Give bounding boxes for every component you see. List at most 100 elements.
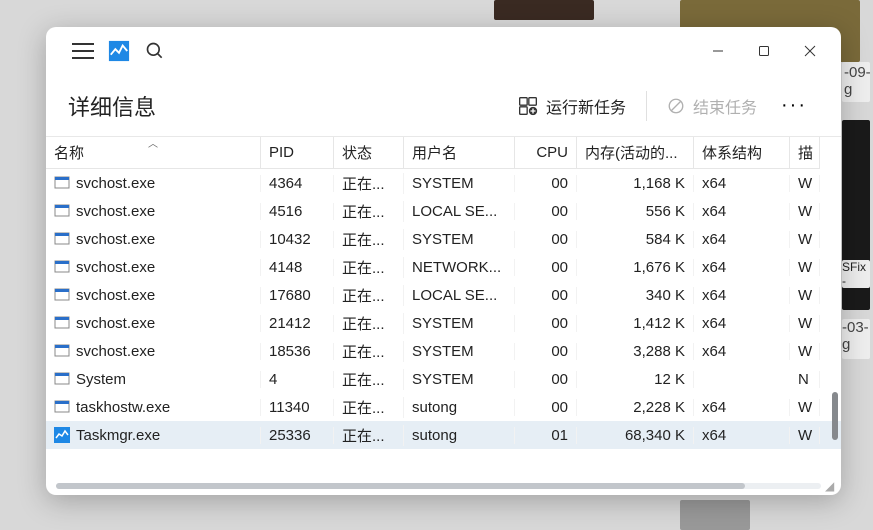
col-status[interactable]: 状态 xyxy=(334,137,404,169)
close-icon xyxy=(804,45,816,57)
cell-cpu: 00 xyxy=(515,315,577,332)
more-button[interactable]: ··· xyxy=(769,94,819,117)
table-row[interactable]: System4正在...SYSTEM0012 KN xyxy=(46,365,841,393)
cell-arch: x64 xyxy=(694,343,790,360)
table-row[interactable]: svchost.exe21412正在...SYSTEM001,412 Kx64W xyxy=(46,309,841,337)
cell-desc: W xyxy=(790,399,820,416)
cell-arch: x64 xyxy=(694,175,790,192)
cell-desc: W xyxy=(790,231,820,248)
task-manager-window: 详细信息 运行新任务 结束任务 ··· ︿ 名称 xyxy=(46,27,841,495)
table-row[interactable]: svchost.exe18536正在...SYSTEM003,288 Kx64W xyxy=(46,337,841,365)
process-icon xyxy=(54,399,70,415)
cell-memory: 1,676 K xyxy=(577,259,694,276)
cell-status: 正在... xyxy=(334,257,404,278)
process-icon xyxy=(54,427,70,443)
cell-cpu: 00 xyxy=(515,343,577,360)
cell-memory: 12 K xyxy=(577,371,694,388)
cell-user: LOCAL SE... xyxy=(404,203,515,220)
cell-memory: 556 K xyxy=(577,203,694,220)
col-desc[interactable]: 描 xyxy=(790,137,820,169)
cell-pid: 18536 xyxy=(261,343,334,360)
cell-arch: x64 xyxy=(694,231,790,248)
vertical-scrollbar[interactable] xyxy=(832,167,838,495)
cell-name: Taskmgr.exe xyxy=(46,427,261,444)
cell-status: 正在... xyxy=(334,173,404,194)
cell-pid: 21412 xyxy=(261,315,334,332)
cell-cpu: 00 xyxy=(515,259,577,276)
col-arch[interactable]: 体系结构 xyxy=(694,137,790,169)
cell-cpu: 00 xyxy=(515,287,577,304)
search-button[interactable] xyxy=(144,40,166,62)
maximize-button[interactable] xyxy=(741,31,787,71)
cell-name: svchost.exe xyxy=(46,287,261,304)
process-icon xyxy=(54,175,70,191)
cell-user: SYSTEM xyxy=(404,231,515,248)
process-icon xyxy=(54,259,70,275)
cell-user: SYSTEM xyxy=(404,371,515,388)
cell-status: 正在... xyxy=(334,285,404,306)
end-task-button[interactable]: 结束任务 xyxy=(655,88,769,124)
cell-desc: W xyxy=(790,259,820,276)
cell-cpu: 00 xyxy=(515,231,577,248)
col-cpu[interactable]: CPU xyxy=(515,137,577,169)
col-memory[interactable]: 内存(活动的... xyxy=(577,137,694,169)
col-name[interactable]: ︿ 名称 xyxy=(46,137,261,169)
cell-arch: x64 xyxy=(694,287,790,304)
hscroll-thumb[interactable] xyxy=(56,483,745,489)
close-button[interactable] xyxy=(787,31,833,71)
cell-user: SYSTEM xyxy=(404,315,515,332)
table-row[interactable]: Taskmgr.exe25336正在...sutong0168,340 Kx64… xyxy=(46,421,841,449)
cell-name: svchost.exe xyxy=(46,231,261,248)
process-icon xyxy=(54,371,70,387)
run-task-icon xyxy=(518,96,538,116)
cell-arch: x64 xyxy=(694,259,790,276)
run-new-task-label: 运行新任务 xyxy=(546,94,626,118)
process-icon xyxy=(54,287,70,303)
cell-name: svchost.exe xyxy=(46,203,261,220)
cell-name: System xyxy=(46,371,261,388)
table-row[interactable]: svchost.exe4148正在...NETWORK...001,676 Kx… xyxy=(46,253,841,281)
cell-name: taskhostw.exe xyxy=(46,399,261,416)
titlebar xyxy=(46,27,841,75)
cell-desc: W xyxy=(790,427,820,444)
cell-user: sutong xyxy=(404,427,515,444)
cell-pid: 4516 xyxy=(261,203,334,220)
cell-pid: 11340 xyxy=(261,399,334,416)
cell-status: 正在... xyxy=(334,313,404,334)
cell-pid: 4148 xyxy=(261,259,334,276)
cell-cpu: 01 xyxy=(515,427,577,444)
cell-cpu: 00 xyxy=(515,371,577,388)
process-icon xyxy=(54,203,70,219)
table-row[interactable]: svchost.exe10432正在...SYSTEM00584 Kx64W xyxy=(46,225,841,253)
cell-user: SYSTEM xyxy=(404,175,515,192)
cell-memory: 3,288 K xyxy=(577,343,694,360)
col-pid[interactable]: PID xyxy=(261,137,334,169)
table-row[interactable]: taskhostw.exe11340正在...sutong002,228 Kx6… xyxy=(46,393,841,421)
toolbar: 详细信息 运行新任务 结束任务 ··· xyxy=(46,75,841,137)
table-row[interactable]: svchost.exe17680正在...LOCAL SE...00340 Kx… xyxy=(46,281,841,309)
process-table: ︿ 名称 PID 状态 用户名 CPU 内存(活动的... 体系结构 描 svc… xyxy=(46,137,841,495)
cell-memory: 68,340 K xyxy=(577,427,694,444)
menu-button[interactable] xyxy=(72,43,94,59)
cell-status: 正在... xyxy=(334,341,404,362)
cell-arch: x64 xyxy=(694,399,790,416)
vscroll-thumb[interactable] xyxy=(832,392,838,440)
resize-grip[interactable]: ◢ xyxy=(825,479,837,491)
cell-memory: 1,168 K xyxy=(577,175,694,192)
table-row[interactable]: svchost.exe4516正在...LOCAL SE...00556 Kx6… xyxy=(46,197,841,225)
table-body: svchost.exe4364正在...SYSTEM001,168 Kx64Ws… xyxy=(46,169,841,495)
cell-status: 正在... xyxy=(334,397,404,418)
process-icon xyxy=(54,343,70,359)
col-user[interactable]: 用户名 xyxy=(404,137,515,169)
cell-status: 正在... xyxy=(334,425,404,446)
cell-desc: W xyxy=(790,175,820,192)
cell-status: 正在... xyxy=(334,229,404,250)
page-title: 详细信息 xyxy=(68,90,156,122)
minimize-button[interactable] xyxy=(695,31,741,71)
cell-desc: N xyxy=(790,371,820,388)
sort-indicator-icon: ︿ xyxy=(148,137,158,150)
horizontal-scrollbar[interactable] xyxy=(56,483,821,489)
cell-cpu: 00 xyxy=(515,175,577,192)
run-new-task-button[interactable]: 运行新任务 xyxy=(506,88,638,124)
table-row[interactable]: svchost.exe4364正在...SYSTEM001,168 Kx64W xyxy=(46,169,841,197)
